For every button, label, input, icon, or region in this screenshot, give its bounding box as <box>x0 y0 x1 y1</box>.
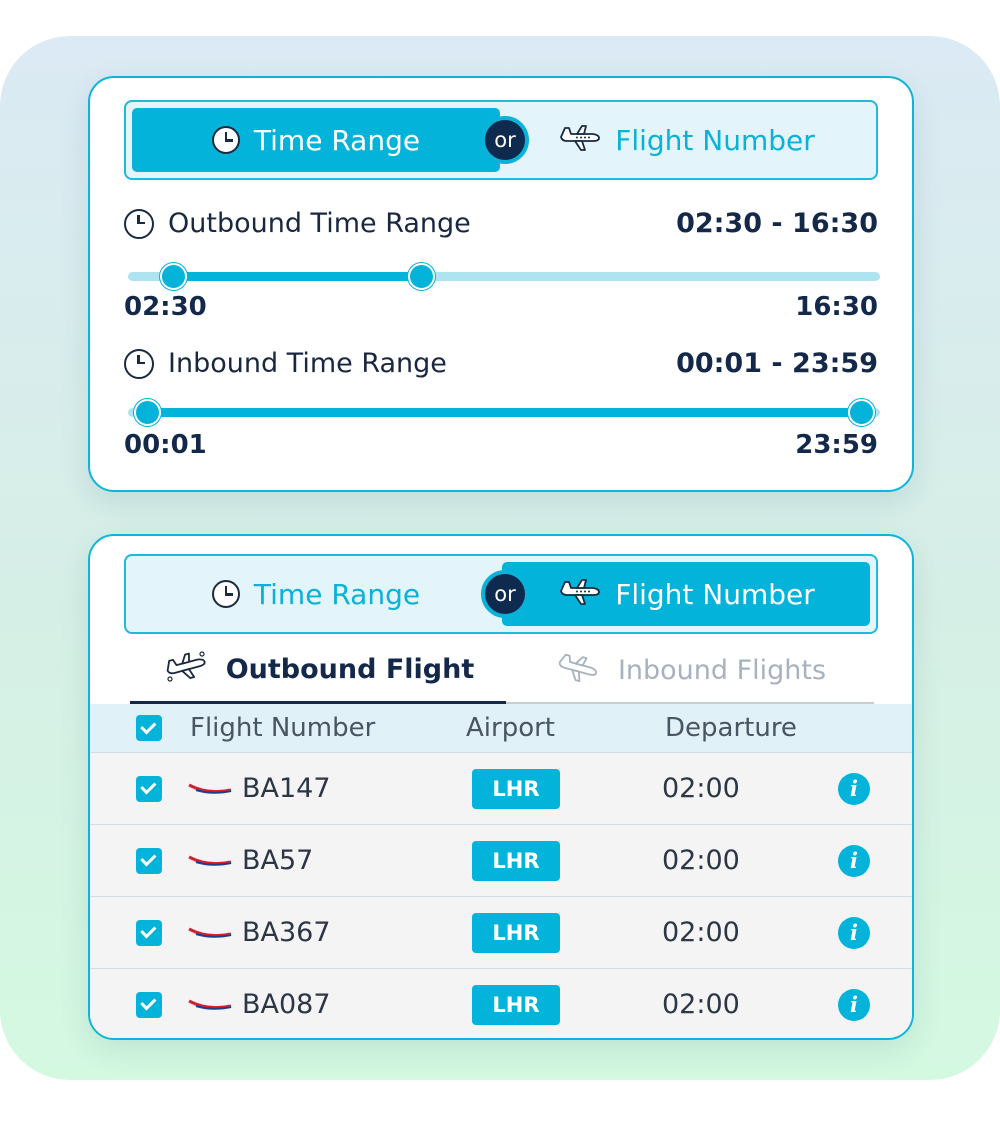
time-range-toggle-button[interactable]: Time Range <box>132 562 500 626</box>
plane-icon <box>557 122 601 158</box>
clock-icon <box>124 348 154 379</box>
outbound-range-fill <box>173 272 422 281</box>
column-airport: Airport <box>466 713 555 743</box>
flight-code: BA147 <box>242 773 331 804</box>
info-icon[interactable]: i <box>838 988 870 1021</box>
inbound-range-header: Inbound Time Range 00:01 - 23:59 <box>124 348 878 379</box>
range-separator: - <box>771 348 783 379</box>
inbound-range-fill <box>146 408 862 417</box>
row-checkbox[interactable] <box>136 919 162 946</box>
flight-code: BA087 <box>242 989 331 1020</box>
airport-badge: LHR <box>472 912 560 953</box>
outbound-to: 16:30 <box>792 208 878 239</box>
inbound-lower-handle[interactable] <box>133 399 161 426</box>
direction-tabs: Outbound Flight Inbound Flights <box>130 638 874 704</box>
outbound-lower-handle[interactable] <box>160 263 188 290</box>
row-checkbox[interactable] <box>136 775 162 802</box>
table-row[interactable]: BA57 LHR 02:00 i <box>90 824 912 896</box>
airport-badge: LHR <box>472 984 560 1025</box>
plane-icon <box>554 650 600 691</box>
time-range-card: Time Range or Flight Number Outbound Tim… <box>88 76 914 492</box>
range-separator: - <box>771 208 783 239</box>
departure-time: 02:00 <box>662 845 740 876</box>
departure-time: 02:00 <box>662 989 740 1020</box>
airport-badge: LHR <box>472 768 560 809</box>
table-row[interactable]: BA367 LHR 02:00 i <box>90 896 912 968</box>
outbound-min-label: 02:30 <box>124 292 207 322</box>
outbound-upper-handle[interactable] <box>408 263 436 290</box>
table-row[interactable]: BA087 LHR 02:00 i <box>90 968 912 1038</box>
table-header: Flight Number Airport Departure <box>90 704 912 752</box>
row-checkbox[interactable] <box>136 847 162 874</box>
plane-icon <box>557 576 601 612</box>
outbound-range-header: Outbound Time Range 02:30 - 16:30 <box>124 208 878 239</box>
airline-logo <box>188 927 232 938</box>
tab-inbound-label: Inbound Flights <box>617 654 827 686</box>
clock-icon <box>124 208 154 239</box>
inbound-to: 23:59 <box>792 348 878 379</box>
inbound-range-value: 00:01 - 23:59 <box>676 348 878 379</box>
inbound-from: 00:01 <box>676 348 763 379</box>
flight-code: BA367 <box>242 917 331 948</box>
time-range-toggle-button[interactable]: Time Range <box>132 108 500 172</box>
airport-badge: LHR <box>472 840 560 881</box>
outbound-range-value: 02:30 - 16:30 <box>676 208 878 239</box>
departure-time: 02:00 <box>662 773 740 804</box>
airline-logo <box>188 999 232 1010</box>
flight-number-toggle-button[interactable]: Flight Number <box>502 108 870 172</box>
info-icon[interactable]: i <box>838 772 870 805</box>
inbound-upper-handle[interactable] <box>848 399 876 426</box>
info-icon[interactable]: i <box>838 916 870 949</box>
flight-code: BA57 <box>242 845 314 876</box>
outbound-max-label: 16:30 <box>795 292 878 322</box>
column-flight-number: Flight Number <box>190 713 376 743</box>
tab-inbound-flights[interactable]: Inbound Flights <box>506 638 874 704</box>
mode-toggle: Time Range or Flight Number <box>124 554 878 634</box>
inbound-range-slider[interactable] <box>128 399 880 426</box>
outbound-range-label: Outbound Time Range <box>168 208 471 239</box>
tab-outbound-label: Outbound Flight <box>225 654 475 685</box>
flight-number-toggle-label: Flight Number <box>615 577 815 611</box>
inbound-max-label: 23:59 <box>795 430 878 460</box>
row-checkbox[interactable] <box>136 991 162 1018</box>
info-icon[interactable]: i <box>838 844 870 877</box>
airline-logo <box>188 855 232 866</box>
outbound-range-slider[interactable] <box>128 263 880 290</box>
clock-icon <box>211 126 240 154</box>
outbound-from: 02:30 <box>676 208 763 239</box>
or-badge: or <box>481 570 529 618</box>
or-badge: or <box>481 116 529 164</box>
airline-logo <box>188 783 232 794</box>
table-row[interactable]: BA147 LHR 02:00 i <box>90 752 912 824</box>
inbound-range-label: Inbound Time Range <box>168 348 447 379</box>
tab-outbound-flight[interactable]: Outbound Flight <box>130 638 506 704</box>
select-all-checkbox[interactable] <box>136 715 162 741</box>
mode-toggle: Time Range or Flight Number <box>124 100 878 180</box>
departure-time: 02:00 <box>662 917 740 948</box>
inbound-min-label: 00:01 <box>124 430 207 460</box>
flight-number-toggle-button[interactable]: Flight Number <box>502 562 870 626</box>
clock-icon <box>211 580 240 608</box>
flight-number-toggle-label: Flight Number <box>615 123 815 157</box>
plane-icon <box>162 649 208 690</box>
time-range-toggle-label: Time Range <box>253 577 421 611</box>
column-departure: Departure <box>665 713 797 743</box>
time-range-toggle-label: Time Range <box>253 123 421 157</box>
flight-number-card: Time Range or Flight Number Outbound Fli… <box>88 534 914 1040</box>
